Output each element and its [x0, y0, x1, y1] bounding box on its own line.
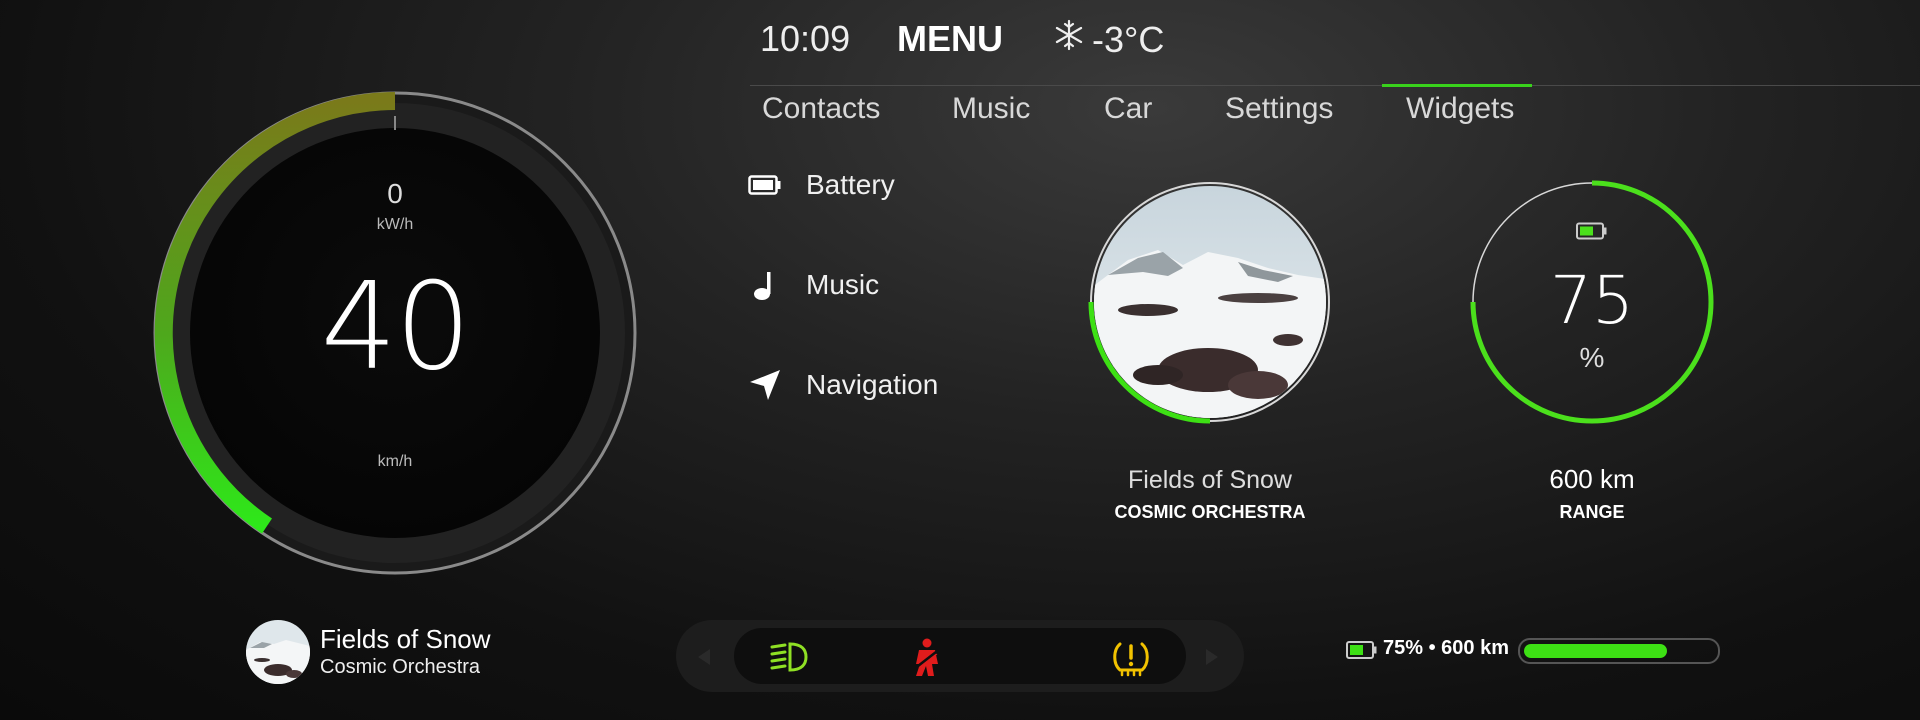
header-divider [750, 85, 1920, 86]
music-note-icon [748, 268, 782, 302]
clock: 10:09 [760, 18, 851, 59]
now-playing-artist: Cosmic Orchestra [320, 656, 481, 678]
battery-status-icon [1346, 640, 1378, 665]
menu-item-label: Navigation [806, 369, 939, 400]
temperature-value: -3°C [1092, 18, 1165, 60]
seatbelt-icon [906, 636, 948, 678]
power-value: 0 [387, 178, 403, 209]
chevron-right-icon[interactable] [1198, 645, 1222, 669]
battery-percent-unit: % [1579, 342, 1605, 373]
navigation-arrow-icon [748, 368, 782, 402]
power-unit: kW/h [376, 216, 414, 233]
tab-music[interactable]: Music [952, 92, 1030, 126]
battery-percent: 75 [1550, 262, 1634, 339]
menu-item-navigation[interactable]: Navigation [748, 368, 938, 402]
album-widget-title: Fields of Snow [1128, 466, 1292, 494]
speed-value: 40 [320, 258, 472, 397]
tab-settings[interactable]: Settings [1225, 92, 1333, 126]
battery-status-text: 75% • 600 km [1383, 637, 1509, 659]
battery-status-fill [1524, 644, 1667, 658]
tire-pressure-icon [1110, 636, 1152, 678]
battery-status-bar [1518, 638, 1720, 664]
album-art [1088, 182, 1330, 424]
menu-item-label: Battery [806, 169, 895, 200]
active-tab-indicator [1382, 84, 1532, 87]
chevron-left-icon[interactable] [694, 645, 718, 669]
tab-widgets[interactable]: Widgets [1406, 92, 1514, 126]
range-label: RANGE [1559, 502, 1625, 522]
battery-icon [748, 168, 782, 202]
snowflake-icon [1052, 18, 1086, 61]
headlight-icon [768, 636, 810, 678]
speed-unit: km/h [377, 453, 413, 470]
tab-car[interactable]: Car [1104, 92, 1152, 126]
menu-item-music[interactable]: Music [748, 268, 879, 302]
album-widget-artist: COSMIC ORCHESTRA [1114, 502, 1306, 522]
now-playing-title: Fields of Snow [320, 624, 491, 654]
now-playing-album-art[interactable] [246, 620, 310, 684]
menu-title[interactable]: MENU [897, 18, 1003, 60]
menu-item-label: Music [806, 269, 880, 300]
speed-gauge: 0 kW/h 40 km/h [150, 88, 640, 578]
tab-contacts[interactable]: Contacts [762, 92, 880, 126]
battery-small-icon [1576, 222, 1608, 245]
music-widget[interactable] [1088, 180, 1332, 424]
range-value: 600 km [1549, 464, 1635, 494]
temperature-display: -3°C [1052, 18, 1164, 61]
menu-item-battery[interactable]: Battery [748, 168, 895, 202]
